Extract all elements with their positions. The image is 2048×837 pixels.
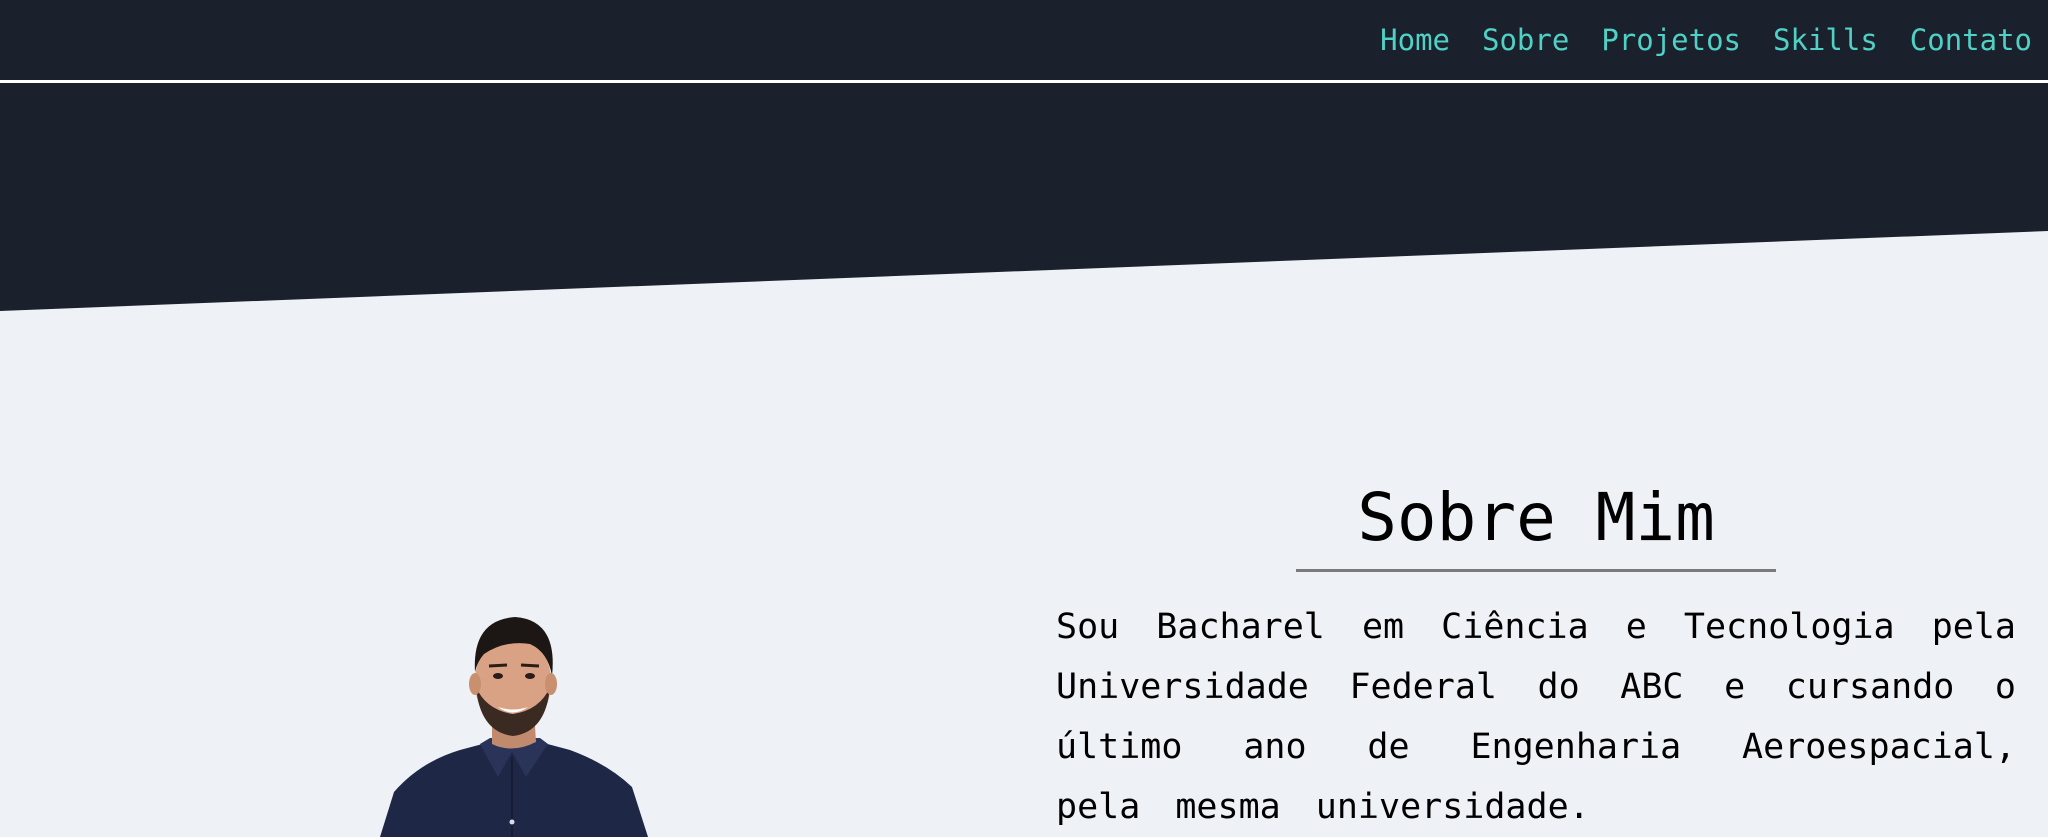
page: Home Sobre Projetos Skills Contato Sobre… (0, 0, 2048, 837)
nav-item-contato: Contato (1910, 18, 2032, 62)
top-navbar: Home Sobre Projetos Skills Contato (0, 0, 2048, 80)
nav-link-projetos[interactable]: Projetos (1601, 18, 1741, 62)
nav-link-skills[interactable]: Skills (1773, 18, 1878, 62)
nav-item-home: Home (1380, 18, 1450, 62)
about-title-underline (1296, 569, 1776, 572)
about-description: Sou Bacharel em Ciência e Tecnologia pel… (1056, 607, 2016, 827)
nav-menu: Home Sobre Projetos Skills Contato (1380, 18, 2032, 62)
nav-link-contato[interactable]: Contato (1910, 18, 2032, 62)
nav-item-skills: Skills (1773, 18, 1878, 62)
profile-photo (380, 617, 648, 837)
nav-link-home[interactable]: Home (1380, 18, 1450, 62)
nav-item-projetos: Projetos (1601, 18, 1741, 62)
about-title: Sobre Mim (1357, 479, 1715, 556)
nav-item-sobre: Sobre (1482, 18, 1569, 62)
hero-slanted-band (0, 83, 2048, 311)
nav-link-sobre[interactable]: Sobre (1482, 18, 1569, 62)
